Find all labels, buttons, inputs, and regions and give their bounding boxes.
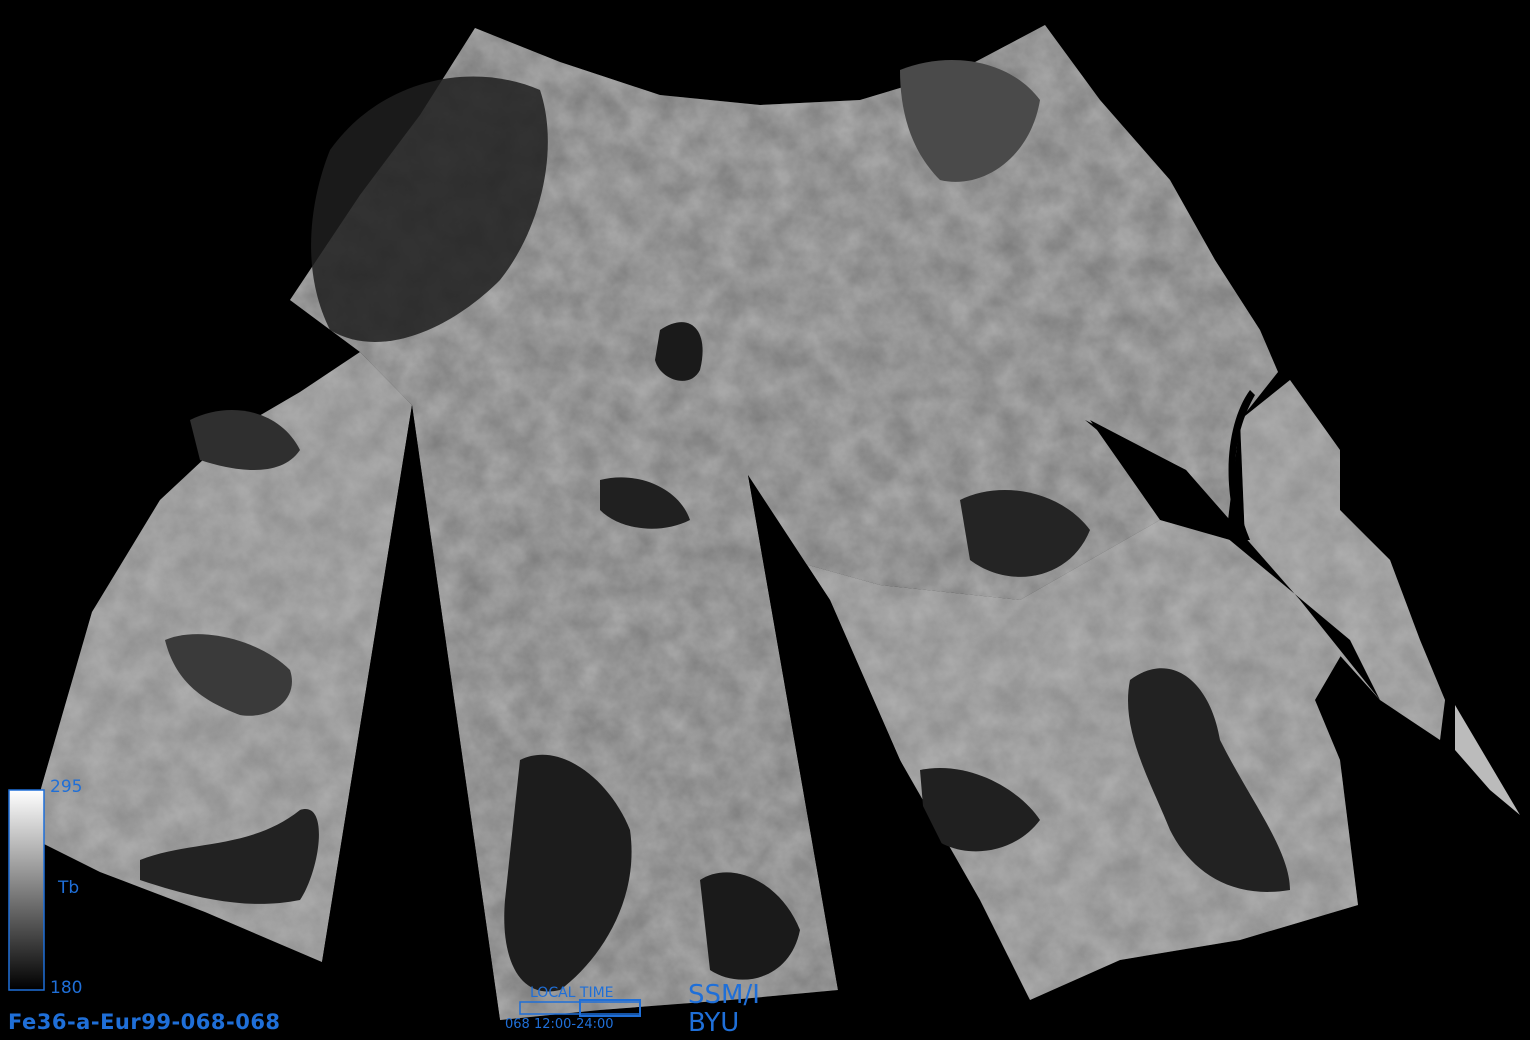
colorbar bbox=[8, 789, 45, 991]
file-id-label: Fe36-a-Eur99-068-068 bbox=[8, 1010, 281, 1034]
colorbar-min-label: 180 bbox=[50, 978, 83, 998]
sensor-label: SSM/I bbox=[688, 980, 760, 1010]
colorbar-gradient bbox=[8, 789, 45, 991]
local-time-range: 068 12:00-24:00 bbox=[505, 1017, 614, 1032]
local-time-title: LOCAL TIME bbox=[530, 985, 614, 1001]
swath-map bbox=[8, 25, 1520, 1020]
colorbar-max-label: 295 bbox=[50, 777, 83, 797]
organization-label: BYU bbox=[688, 1008, 740, 1038]
colorbar-variable-label: Tb bbox=[58, 878, 80, 898]
